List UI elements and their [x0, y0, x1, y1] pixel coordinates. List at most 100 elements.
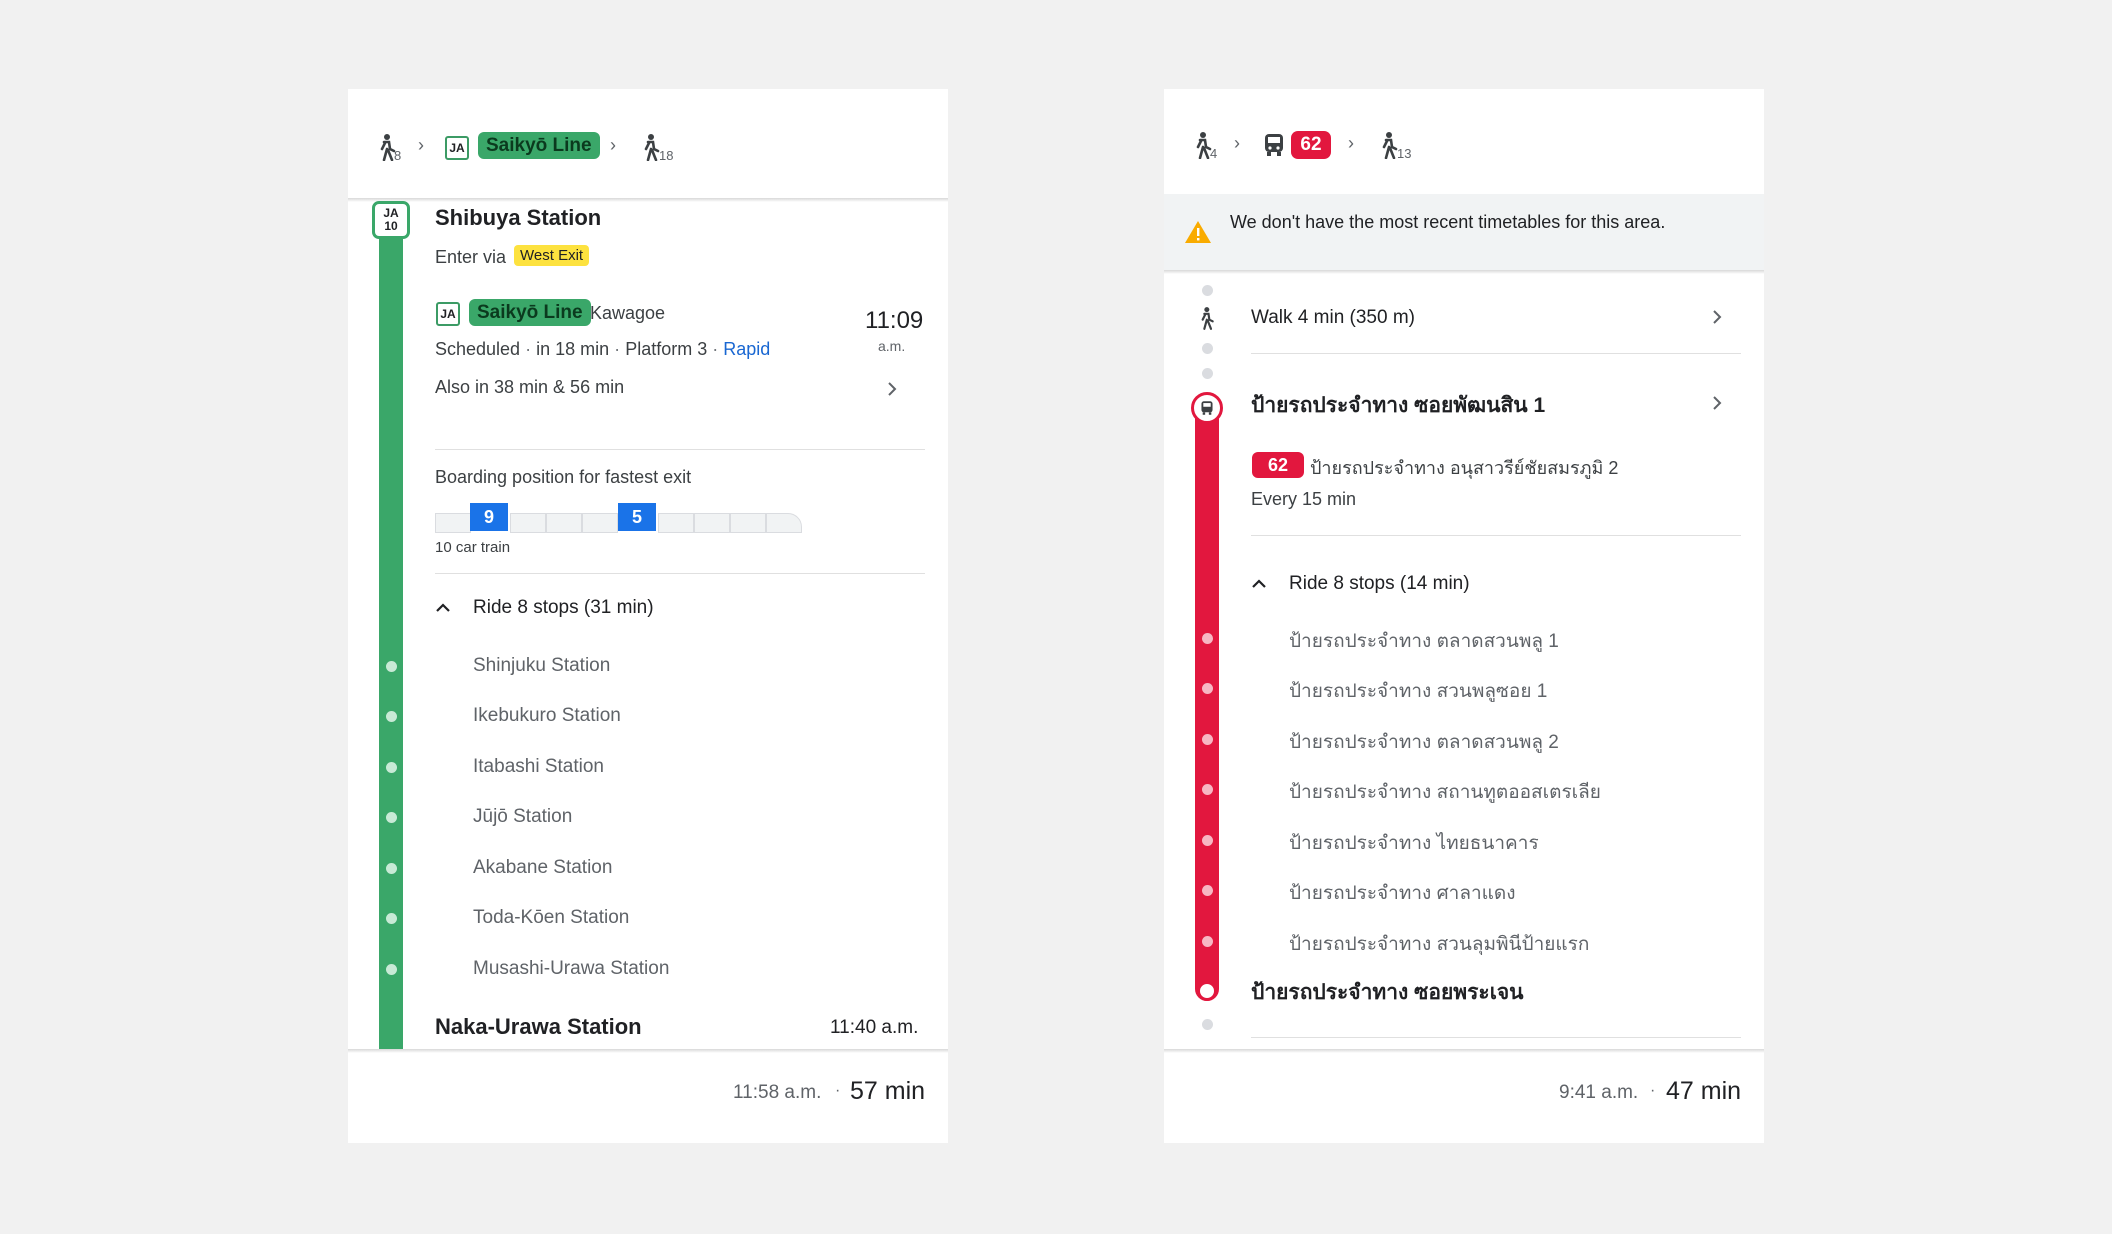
line-code-badge: JA: [445, 136, 469, 160]
bus-route-card: 4 › 62 › 13 We don't have the most recen…: [1164, 89, 1764, 1143]
stop-name: ป้ายรถประจำทาง สวนพลูซอย 1: [1289, 681, 1548, 702]
arrival-time: 11:40 a.m.: [830, 1017, 919, 1038]
stop-dot: [386, 661, 397, 672]
chevron-right-icon: [1713, 396, 1722, 410]
departure-ampm: a.m.: [878, 338, 906, 354]
chevron-right-icon: ›: [1348, 133, 1354, 153]
final-arrival-time: 11:58 a.m.: [733, 1082, 822, 1103]
service-type: Rapid: [723, 339, 771, 359]
bus-number-badge: 62: [1291, 131, 1331, 159]
chevron-up-icon: [436, 603, 450, 612]
more-departures-label: Also in 38 min & 56 min: [435, 377, 625, 397]
line-name-pill: Saikyō Line: [469, 299, 591, 326]
stop-name: ป้ายรถประจำทาง ตลาดสวนพลู 1: [1289, 631, 1559, 652]
enter-via-label: Enter via: [435, 247, 507, 267]
divider: [435, 573, 925, 574]
stop-dot: [386, 863, 397, 874]
final-arrival-time: 9:41 a.m.: [1559, 1082, 1639, 1103]
chevron-right-icon: ›: [1234, 133, 1240, 153]
train-car: [510, 513, 546, 533]
bus-headsign: ป้ายรถประจำทาง อนุสาวรีย์ชัยสมรภูมิ 2: [1310, 458, 1619, 478]
departure-eta: in 18 min: [536, 339, 610, 359]
departure-headsign: Kawagoe: [590, 303, 666, 323]
stop-name: ป้ายรถประจำทาง ศาลาแดง: [1289, 883, 1516, 904]
chevron-right-icon: [888, 382, 897, 396]
departure-details: Scheduled · in 18 min · Platform 3 · Rap…: [435, 339, 771, 359]
trip-duration: 47 min: [1666, 1077, 1742, 1105]
stop-name: ป้ายรถประจำทาง สถานทูตออสเตรเลีย: [1289, 782, 1601, 803]
chevron-right-icon: [1713, 310, 1722, 324]
divider: [348, 198, 948, 202]
divider: [435, 449, 925, 450]
stop-dot: [386, 711, 397, 722]
train-car: [582, 513, 618, 533]
route-summary[interactable]: 8 › JA Saikyō Line › 18: [348, 89, 948, 198]
boarding-title: Boarding position for fastest exit: [435, 467, 692, 487]
destination-stop-name[interactable]: ป้ายรถประจำทาง ซอยพระเจน: [1251, 976, 1524, 1009]
stop-name: Toda-Kōen Station: [473, 907, 630, 928]
stop-name: Jūjō Station: [473, 806, 573, 827]
origin-stop-row[interactable]: ป้ายรถประจำทาง ซอยพัฒนสิน 1: [1251, 385, 1741, 425]
stop-name: Shinjuku Station: [473, 655, 611, 676]
stop-name: ป้ายรถประจำทาง ไทยธนาคาร: [1289, 833, 1539, 854]
stop-dot: [386, 964, 397, 975]
stop-name: Akabane Station: [473, 857, 613, 878]
origin-stop-name: ป้ายรถประจำทาง ซอยพัฒนสิน 1: [1251, 394, 1546, 417]
exit-badge: West Exit: [514, 245, 590, 266]
divider: [1164, 270, 1764, 274]
stop-dot: [1202, 936, 1213, 947]
stop-name: Ikebukuro Station: [473, 705, 621, 726]
train-car: [658, 513, 694, 533]
train-car: [546, 513, 582, 533]
timetable-warning: We don't have the most recent timetables…: [1164, 194, 1764, 270]
stop-dot: [1202, 885, 1213, 896]
divider: [1251, 353, 1741, 354]
destination-station-name[interactable]: Naka-Urawa Station: [435, 1014, 642, 1040]
ride-stops-toggle[interactable]: Ride 8 stops (14 min): [1251, 573, 1551, 603]
chevron-up-icon: [1252, 579, 1266, 588]
train-car-highlight: 9: [470, 503, 508, 531]
divider: [1251, 1037, 1741, 1038]
bus-number-badge: 62: [1252, 452, 1304, 478]
train-car: [694, 513, 730, 533]
more-departures-row[interactable]: Also in 38 min & 56 min: [435, 377, 925, 417]
chevron-right-icon: ›: [610, 135, 616, 155]
ride-stops-label: Ride 8 stops (14 min): [1289, 573, 1470, 594]
walk-minutes-before: 4: [1210, 146, 1218, 161]
route-summary[interactable]: 4 › 62 › 13: [1164, 89, 1764, 194]
bus-icon: [1265, 134, 1283, 156]
stop-name: ป้ายรถประจำทาง สวนลุมพินีป้ายแรก: [1289, 934, 1590, 955]
warning-icon: [1185, 221, 1211, 243]
platform: Platform 3: [625, 339, 708, 359]
ride-stops-toggle[interactable]: Ride 8 stops (31 min): [435, 597, 735, 627]
origin-station-name[interactable]: Shibuya Station: [435, 205, 601, 231]
warning-text: We don't have the most recent timetables…: [1230, 212, 1666, 232]
walk-step-label: Walk 4 min (350 m): [1251, 307, 1415, 328]
trip-footer: 11:58 a.m. · 57 min: [348, 1053, 948, 1143]
train-car: [435, 513, 471, 533]
walk-dot: [1202, 343, 1213, 354]
stop-dot: [386, 913, 397, 924]
stop-dot: [1202, 734, 1213, 745]
stop-dot: [1202, 633, 1213, 644]
stop-name: Musashi-Urawa Station: [473, 958, 670, 979]
destination-stop-marker: [1197, 981, 1217, 1001]
walk-dot: [1202, 368, 1213, 379]
stop-dot: [1202, 784, 1213, 795]
walk-minutes-after: 13: [1397, 146, 1412, 161]
walk-dot: [1202, 1019, 1213, 1030]
stop-name: ป้ายรถประจำทาง ตลาดสวนพลู 2: [1289, 732, 1559, 753]
walk-step-row[interactable]: Walk 4 min (350 m): [1251, 299, 1741, 339]
bus-stop-marker: [1191, 392, 1223, 424]
trip-footer: 9:41 a.m. · 47 min: [1164, 1053, 1764, 1143]
stop-name: Itabashi Station: [473, 756, 604, 777]
route-line: [379, 201, 403, 1059]
walk-dot: [1202, 285, 1213, 296]
stop-dot: [1202, 683, 1213, 694]
bus-frequency: Every 15 min: [1251, 489, 1357, 509]
divider: [1251, 535, 1741, 536]
chevron-right-icon: ›: [418, 135, 424, 155]
walk-minutes-before: 8: [394, 148, 402, 163]
train-car-highlight: 5: [618, 503, 656, 531]
bus-icon: [1201, 401, 1213, 415]
